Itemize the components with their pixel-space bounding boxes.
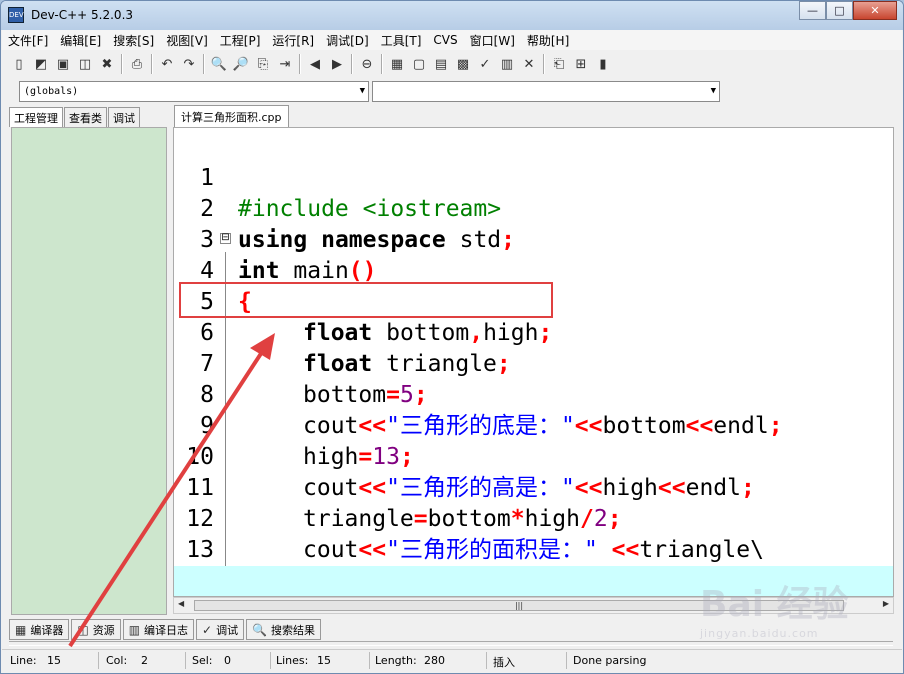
watermark-url: jingyan.baidu.com — [700, 627, 819, 640]
arrow-shaft — [68, 350, 264, 648]
annotation-arrow — [68, 333, 275, 648]
arrow-head — [250, 333, 275, 360]
watermark-logo: Bai 经验 — [700, 584, 849, 625]
watermark: Bai 经验 jingyan.baidu.com — [700, 575, 870, 640]
